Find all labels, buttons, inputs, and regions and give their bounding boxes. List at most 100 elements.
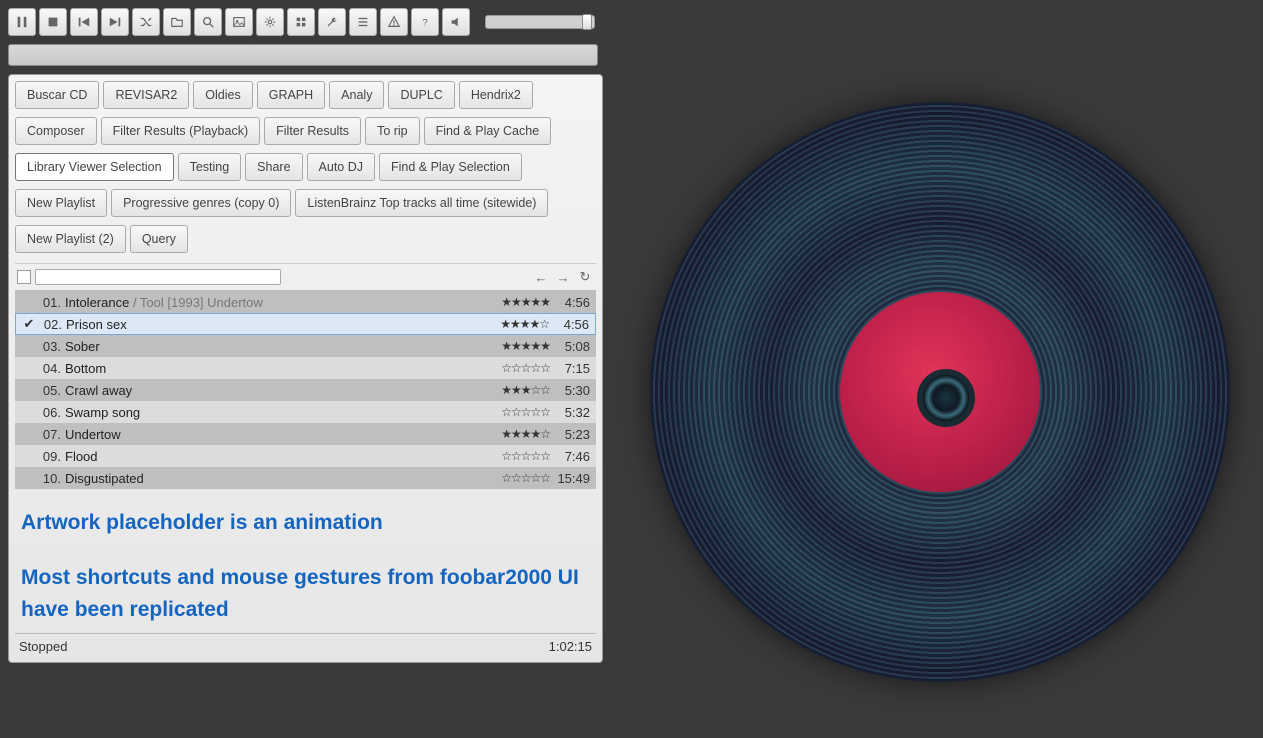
- track-duration: 4:56: [550, 295, 592, 310]
- track-number: 07.: [37, 427, 61, 442]
- track-number: 10.: [37, 471, 61, 486]
- track-row[interactable]: ✔02. Prison sex★★★★☆4:56: [15, 313, 596, 335]
- prev-button[interactable]: [70, 8, 98, 36]
- open-button[interactable]: [163, 8, 191, 36]
- vinyl-record-icon: [650, 102, 1230, 682]
- filter-checkbox[interactable]: [17, 270, 31, 284]
- tab-auto-dj[interactable]: Auto DJ: [307, 153, 375, 181]
- track-duration: 5:08: [550, 339, 592, 354]
- track-row[interactable]: 09. Flood☆☆☆☆☆7:46: [15, 445, 596, 467]
- tab-revisar2[interactable]: REVISAR2: [103, 81, 189, 109]
- stop-button[interactable]: [39, 8, 67, 36]
- help-button[interactable]: ?: [411, 8, 439, 36]
- track-rating: ☆☆☆☆☆: [490, 471, 550, 485]
- playlist-panel: Buscar CDREVISAR2OldiesGRAPHAnalyDUPLCHe…: [8, 74, 603, 663]
- tab-testing[interactable]: Testing: [178, 153, 242, 181]
- tab-graph[interactable]: GRAPH: [257, 81, 325, 109]
- playlist-tabs: Buscar CDREVISAR2OldiesGRAPHAnalyDUPLCHe…: [15, 81, 596, 257]
- nav-back-button[interactable]: ←: [532, 268, 550, 286]
- seek-bar[interactable]: [8, 44, 598, 66]
- list-button[interactable]: [349, 8, 377, 36]
- track-title: Crawl away: [61, 383, 490, 398]
- track-number: 05.: [37, 383, 61, 398]
- track-rating: ☆☆☆☆☆: [490, 405, 550, 419]
- tab-find-play-cache[interactable]: Find & Play Cache: [424, 117, 552, 145]
- track-number: 01.: [37, 295, 61, 310]
- tab-composer[interactable]: Composer: [15, 117, 97, 145]
- tools-button[interactable]: [287, 8, 315, 36]
- tab-oldies[interactable]: Oldies: [193, 81, 252, 109]
- nav-forward-button[interactable]: →: [554, 268, 572, 286]
- track-duration: 5:30: [550, 383, 592, 398]
- tab-analy[interactable]: Analy: [329, 81, 384, 109]
- tab-filter-results-playback-[interactable]: Filter Results (Playback): [101, 117, 260, 145]
- tab-new-playlist[interactable]: New Playlist: [15, 189, 107, 217]
- track-row[interactable]: 01. Intolerance / Tool [1993] Undertow★★…: [15, 291, 596, 313]
- track-playing-icon: ✔: [20, 316, 38, 332]
- track-row[interactable]: 07. Undertow★★★★☆5:23: [15, 423, 596, 445]
- track-row[interactable]: 10. Disgustipated☆☆☆☆☆15:49: [15, 467, 596, 489]
- search-button[interactable]: [194, 8, 222, 36]
- track-rating: ★★★★☆: [490, 427, 550, 441]
- track-duration: 4:56: [549, 317, 591, 332]
- track-rating: ★★★☆☆: [490, 383, 550, 397]
- track-rating: ★★★★★: [490, 295, 550, 309]
- tab-library-viewer-selection[interactable]: Library Viewer Selection: [15, 153, 174, 181]
- track-title: Prison sex: [62, 317, 489, 332]
- mute-button[interactable]: [442, 8, 470, 36]
- track-duration: 7:15: [550, 361, 592, 376]
- track-duration: 5:23: [550, 427, 592, 442]
- track-duration: 7:46: [550, 449, 592, 464]
- track-duration: 15:49: [550, 471, 592, 486]
- main-toolbar: ?: [8, 8, 1255, 36]
- track-number: 04.: [37, 361, 61, 376]
- volume-slider[interactable]: [485, 15, 595, 29]
- tab-hendrix2[interactable]: Hendrix2: [459, 81, 533, 109]
- status-playstate: Stopped: [19, 639, 67, 654]
- track-number: 09.: [37, 449, 61, 464]
- track-list: 01. Intolerance / Tool [1993] Undertow★★…: [15, 290, 596, 489]
- track-title: Bottom: [61, 361, 490, 376]
- tab-to-rip[interactable]: To rip: [365, 117, 420, 145]
- filter-row: ← → ↻: [15, 263, 596, 290]
- annotation-text: Artwork placeholder is an animation Most…: [15, 489, 596, 633]
- nav-reload-button[interactable]: ↻: [576, 268, 594, 286]
- track-rating: ★★★★☆: [489, 317, 549, 331]
- image-button[interactable]: [225, 8, 253, 36]
- pause-button[interactable]: [8, 8, 36, 36]
- track-row[interactable]: 06. Swamp song☆☆☆☆☆5:32: [15, 401, 596, 423]
- tab-filter-results[interactable]: Filter Results: [264, 117, 361, 145]
- tab-share[interactable]: Share: [245, 153, 302, 181]
- track-row[interactable]: 03. Sober★★★★★5:08: [15, 335, 596, 357]
- tab-find-play-selection[interactable]: Find & Play Selection: [379, 153, 522, 181]
- filter-input[interactable]: [35, 269, 281, 285]
- track-duration: 5:32: [550, 405, 592, 420]
- shuffle-button[interactable]: [132, 8, 160, 36]
- volume-thumb[interactable]: [582, 14, 592, 30]
- warning-button[interactable]: [380, 8, 408, 36]
- track-rating: ☆☆☆☆☆: [490, 449, 550, 463]
- track-title: Intolerance / Tool [1993] Undertow: [61, 295, 490, 310]
- status-bar: Stopped 1:02:15: [15, 633, 596, 656]
- track-row[interactable]: 05. Crawl away★★★☆☆5:30: [15, 379, 596, 401]
- track-title: Swamp song: [61, 405, 490, 420]
- wrench-button[interactable]: [318, 8, 346, 36]
- track-number: 02.: [38, 317, 62, 332]
- tab-new-playlist-2-[interactable]: New Playlist (2): [15, 225, 126, 253]
- tab-progressive-genres-copy-0-[interactable]: Progressive genres (copy 0): [111, 189, 291, 217]
- track-rating: ☆☆☆☆☆: [490, 361, 550, 375]
- status-total-time: 1:02:15: [549, 639, 592, 654]
- annotation-line1: Artwork placeholder is an animation: [21, 507, 590, 540]
- track-title: Flood: [61, 449, 490, 464]
- tab-buscar-cd[interactable]: Buscar CD: [15, 81, 99, 109]
- annotation-line2: Most shortcuts and mouse gestures from f…: [21, 562, 590, 627]
- settings-button[interactable]: [256, 8, 284, 36]
- track-row[interactable]: 04. Bottom☆☆☆☆☆7:15: [15, 357, 596, 379]
- track-number: 06.: [37, 405, 61, 420]
- svg-text:?: ?: [422, 18, 427, 29]
- tab-listenbrainz-top-tracks-all-time-sitewide-[interactable]: ListenBrainz Top tracks all time (sitewi…: [295, 189, 548, 217]
- next-button[interactable]: [101, 8, 129, 36]
- track-title: Sober: [61, 339, 490, 354]
- tab-duplc[interactable]: DUPLC: [388, 81, 454, 109]
- tab-query[interactable]: Query: [130, 225, 188, 253]
